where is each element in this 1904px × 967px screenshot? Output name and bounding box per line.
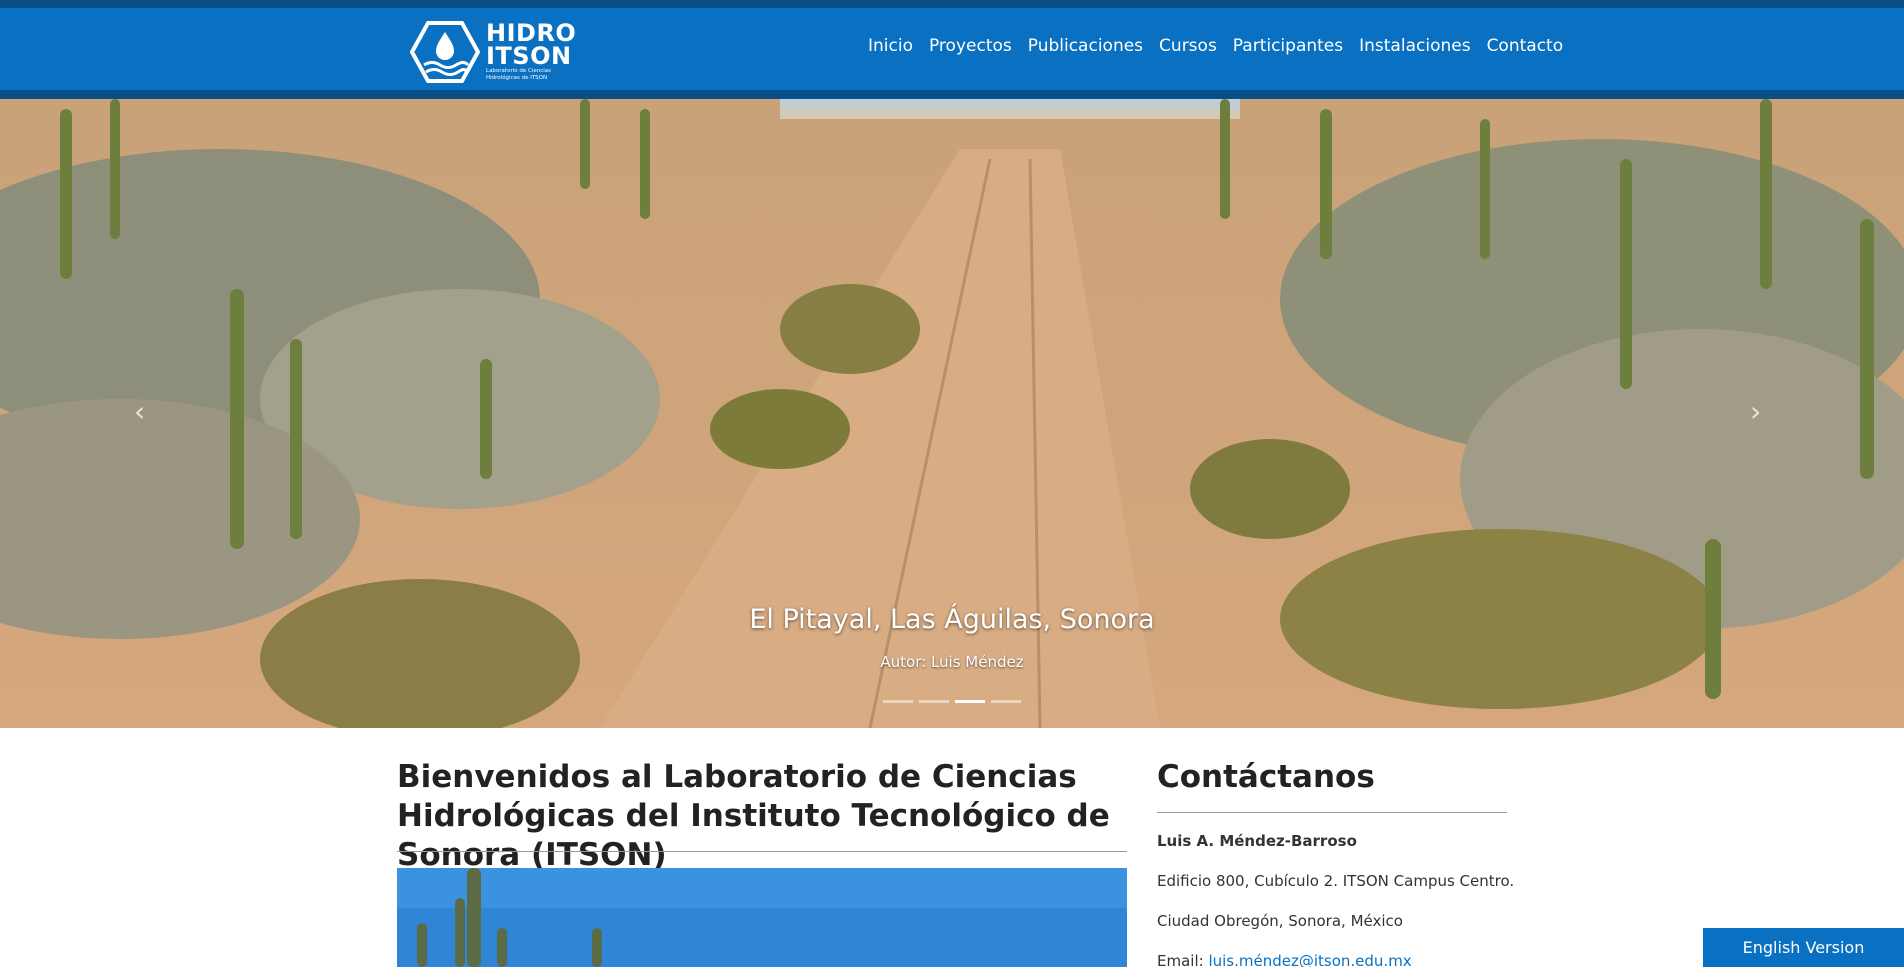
divider [397, 851, 1127, 852]
contact-name: Luis A. Méndez-Barroso [1157, 832, 1357, 850]
contact-title: Contáctanos [1157, 759, 1375, 795]
welcome-title: Bienvenidos al Laboratorio de Ciencias H… [397, 759, 1110, 873]
carousel-indicators [883, 700, 1021, 703]
carousel-author: Autor: Luis Méndez [880, 653, 1024, 671]
contact-address-1: Edificio 800, Cubículo 2. ITSON Campus C… [1157, 872, 1515, 890]
cactus-photo-image [397, 868, 1127, 967]
logo-text: HIDRO ITSON [486, 21, 576, 70]
nav-item-contacto[interactable]: Contacto [1479, 36, 1572, 56]
carousel-indicator[interactable] [991, 700, 1021, 703]
nav-item-inicio[interactable]: Inicio [860, 36, 921, 56]
contact-email-line: Email: luis.méndez@itson.edu.mx [1157, 952, 1412, 967]
carousel-indicator[interactable] [919, 700, 949, 703]
divider [1157, 812, 1507, 813]
logo-line-2: ITSON [486, 42, 572, 70]
nav-item-participantes[interactable]: Participantes [1225, 36, 1351, 56]
nav-item-proyectos[interactable]: Proyectos [921, 36, 1020, 56]
nav-item-cursos[interactable]: Cursos [1151, 36, 1225, 56]
top-strip [0, 0, 1904, 8]
carousel-caption: El Pitayal, Las Águilas, Sonora [749, 604, 1155, 635]
nav-item-publicaciones[interactable]: Publicaciones [1020, 36, 1151, 56]
nav-item-instalaciones[interactable]: Instalaciones [1351, 36, 1478, 56]
contact-email-link[interactable]: luis.méndez@itson.edu.mx [1208, 952, 1411, 967]
welcome-photo [397, 868, 1127, 967]
carousel-indicator[interactable] [883, 700, 913, 703]
english-version-button[interactable]: English Version [1703, 928, 1904, 967]
contact-email-label: Email: [1157, 952, 1209, 967]
logo-subtitle-line-1: Laboratorio de Ciencias [486, 68, 551, 74]
main-nav: Inicio Proyectos Publicaciones Cursos Pa… [860, 36, 1571, 56]
water-drop-logo-icon [410, 21, 480, 83]
chevron-right-icon[interactable]: › [1750, 395, 1761, 428]
logo-subtitle: Laboratorio de Ciencias Hidrológicas de … [486, 68, 576, 82]
logo-subtitle-line-2: Hidrológicas de ITSON [486, 75, 548, 81]
contact-address-2: Ciudad Obregón, Sonora, México [1157, 912, 1403, 930]
chevron-left-icon[interactable]: ‹ [134, 395, 145, 428]
header-bottom-bar [0, 90, 1904, 99]
site-logo[interactable]: HIDRO ITSON Laboratorio de Ciencias Hidr… [410, 20, 576, 84]
carousel-indicator-active[interactable] [955, 700, 985, 703]
